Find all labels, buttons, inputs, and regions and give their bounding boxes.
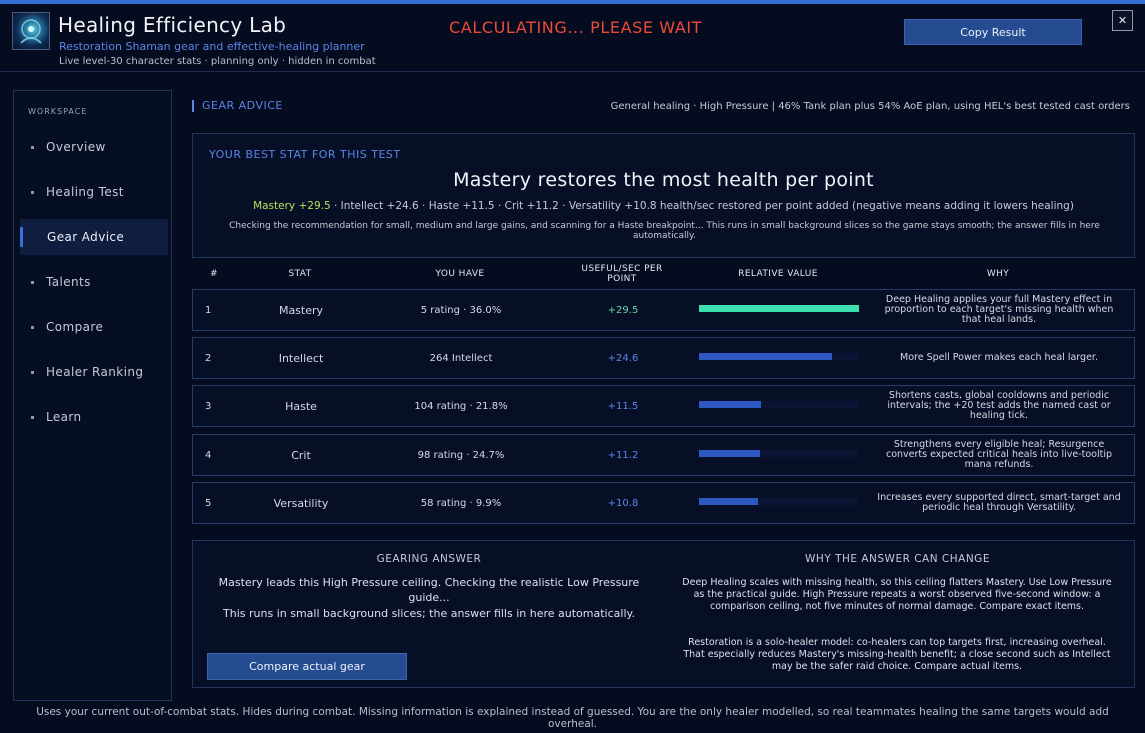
stat-current: 58 rating · 9.9% bbox=[420, 497, 502, 509]
col-stat: STAT bbox=[288, 269, 312, 279]
bullet-icon bbox=[31, 370, 34, 374]
col-why: WHY bbox=[986, 269, 1010, 279]
col-useful-per-point: USEFUL/SEC PER POINT bbox=[581, 264, 663, 284]
relative-value-bar bbox=[699, 353, 859, 360]
bullet-icon bbox=[31, 145, 34, 149]
sidebar-item-label: Learn bbox=[46, 410, 82, 424]
close-icon[interactable]: ✕ bbox=[1112, 10, 1133, 31]
rank: 2 bbox=[205, 352, 212, 364]
relative-value-fill bbox=[699, 353, 833, 360]
app-subtitle: Restoration Shaman gear and effective-he… bbox=[59, 40, 365, 53]
footer-note: Uses your current out-of-combat stats. H… bbox=[36, 706, 1109, 730]
stat-current: 5 rating · 36.0% bbox=[420, 304, 502, 316]
sidebar-item-learn[interactable]: Learn bbox=[20, 399, 168, 435]
sidebar-item-compare[interactable]: Compare bbox=[20, 309, 168, 345]
top-stat-score: Mastery +29.5 bbox=[253, 200, 331, 212]
why-change-title: WHY THE ANSWER CAN CHANGE bbox=[805, 553, 990, 565]
relative-value-fill bbox=[699, 450, 760, 457]
bullet-icon bbox=[31, 415, 34, 419]
stat-name: Intellect bbox=[278, 351, 324, 365]
stat-value: +11.2 bbox=[607, 449, 639, 461]
col-you-have: YOU HAVE bbox=[435, 269, 485, 279]
sidebar-item-talents[interactable]: Talents bbox=[20, 264, 168, 300]
window-header: Healing Efficiency Lab Restoration Shama… bbox=[0, 4, 1145, 72]
col-relative-value: RELATIVE VALUE bbox=[738, 269, 818, 279]
sidebar-item-label: Healer Ranking bbox=[46, 365, 144, 379]
why-change-paragraph-2: Restoration is a solo-healer model: co-h… bbox=[683, 637, 1111, 672]
bullet-icon bbox=[31, 190, 34, 194]
table-row: 1 Mastery 5 rating · 36.0% +29.5 Deep He… bbox=[192, 289, 1135, 331]
gearing-answer-title: GEARING ANSWER bbox=[376, 553, 482, 565]
sidebar-item-label: Overview bbox=[46, 140, 106, 154]
compare-actual-gear-button[interactable]: Compare actual gear bbox=[207, 653, 407, 680]
rank: 4 bbox=[205, 449, 212, 461]
stat-score-summary: Mastery +29.5 · Intellect +24.6 · Haste … bbox=[193, 200, 1134, 212]
sidebar-item-healing-test[interactable]: Healing Test bbox=[20, 174, 168, 210]
relative-value-fill bbox=[699, 305, 859, 312]
active-indicator bbox=[20, 227, 23, 247]
calculation-note: Checking the recommendation for small, m… bbox=[229, 221, 1100, 241]
best-stat-headline: Mastery restores the most health per poi… bbox=[453, 169, 874, 191]
relative-value-bar bbox=[699, 498, 859, 505]
gearing-answer-note: This runs in small background slices; th… bbox=[223, 607, 635, 620]
relative-value-bar bbox=[699, 450, 859, 457]
rank: 1 bbox=[205, 304, 212, 316]
stat-name: Versatility bbox=[273, 496, 329, 510]
stat-table-header: # STAT YOU HAVE USEFUL/SEC PER POINT REL… bbox=[192, 262, 1135, 286]
sidebar-item-label: Gear Advice bbox=[47, 230, 125, 244]
stat-current: 98 rating · 24.7% bbox=[417, 449, 505, 461]
stat-explanation: Shortens casts, global cooldowns and per… bbox=[887, 390, 1111, 421]
sidebar-item-overview[interactable]: Overview bbox=[20, 129, 168, 165]
calculating-status: CALCULATING... PLEASE WAIT bbox=[449, 18, 703, 37]
stat-value: +29.5 bbox=[607, 304, 639, 316]
stat-explanation: Strengthens every eligible heal; Resurge… bbox=[885, 439, 1113, 470]
stat-current: 104 rating · 21.8% bbox=[414, 400, 508, 412]
why-change-paragraph-1: Deep Healing scales with missing health,… bbox=[682, 577, 1112, 612]
relative-value-bar bbox=[699, 305, 859, 312]
sidebar-item-label: Talents bbox=[46, 275, 91, 289]
stat-name: Haste bbox=[285, 399, 317, 413]
stat-value: +10.8 bbox=[607, 497, 639, 509]
table-row: 3 Haste 104 rating · 21.8% +11.5 Shorten… bbox=[192, 385, 1135, 427]
relative-value-fill bbox=[699, 401, 762, 408]
stat-value: +11.5 bbox=[607, 400, 639, 412]
table-row: 2 Intellect 264 Intellect +24.6 More Spe… bbox=[192, 337, 1135, 379]
col-num: # bbox=[210, 269, 218, 279]
app-meta: Live level-30 character stats · planning… bbox=[59, 56, 376, 67]
rank: 3 bbox=[205, 400, 212, 412]
sidebar-item-label: Healing Test bbox=[46, 185, 124, 199]
best-stat-label: YOUR BEST STAT FOR THIS TEST bbox=[209, 148, 401, 161]
app-title: Healing Efficiency Lab bbox=[58, 13, 287, 37]
copy-result-button[interactable]: Copy Result bbox=[904, 19, 1082, 45]
shaman-portrait-icon bbox=[12, 12, 50, 50]
stat-explanation: More Spell Power makes each heal larger. bbox=[900, 352, 1098, 363]
table-row: 4 Crit 98 rating · 24.7% +11.2 Strengthe… bbox=[192, 434, 1135, 476]
bullet-icon bbox=[31, 325, 34, 329]
stat-explanation: Increases every supported direct, smart-… bbox=[877, 492, 1121, 513]
workspace-sidebar: WORKSPACE Overview Healing Test Gear Adv… bbox=[13, 90, 172, 701]
gearing-answer-text: Mastery leads this High Pressure ceiling… bbox=[218, 576, 640, 604]
bullet-icon bbox=[31, 280, 34, 284]
relative-value-bar bbox=[699, 401, 859, 408]
stat-value: +24.6 bbox=[607, 352, 639, 364]
stat-name: Crit bbox=[291, 448, 311, 462]
gearing-answer-panel: GEARING ANSWER Mastery leads this High P… bbox=[192, 540, 1135, 688]
addon-window: Healing Efficiency Lab Restoration Shama… bbox=[0, 4, 1145, 733]
section-label: GEAR ADVICE bbox=[192, 100, 283, 112]
sidebar-item-label: Compare bbox=[46, 320, 104, 334]
relative-value-fill bbox=[699, 498, 758, 505]
sidebar-item-gear-advice[interactable]: Gear Advice bbox=[20, 219, 168, 255]
sidebar-item-healer-ranking[interactable]: Healer Ranking bbox=[20, 354, 168, 390]
stat-current: 264 Intellect bbox=[429, 352, 493, 364]
stat-name: Mastery bbox=[278, 303, 324, 317]
test-context: General healing · High Pressure | 46% Ta… bbox=[610, 101, 1130, 112]
sidebar-heading: WORKSPACE bbox=[28, 107, 88, 116]
best-stat-panel: YOUR BEST STAT FOR THIS TEST Mastery res… bbox=[192, 133, 1135, 258]
stat-explanation: Deep Healing applies your full Mastery e… bbox=[884, 294, 1114, 325]
table-row: 5 Versatility 58 rating · 9.9% +10.8 Inc… bbox=[192, 482, 1135, 524]
rank: 5 bbox=[205, 497, 212, 509]
other-stat-scores: · Intellect +24.6 · Haste +11.5 · Crit +… bbox=[330, 200, 1074, 212]
